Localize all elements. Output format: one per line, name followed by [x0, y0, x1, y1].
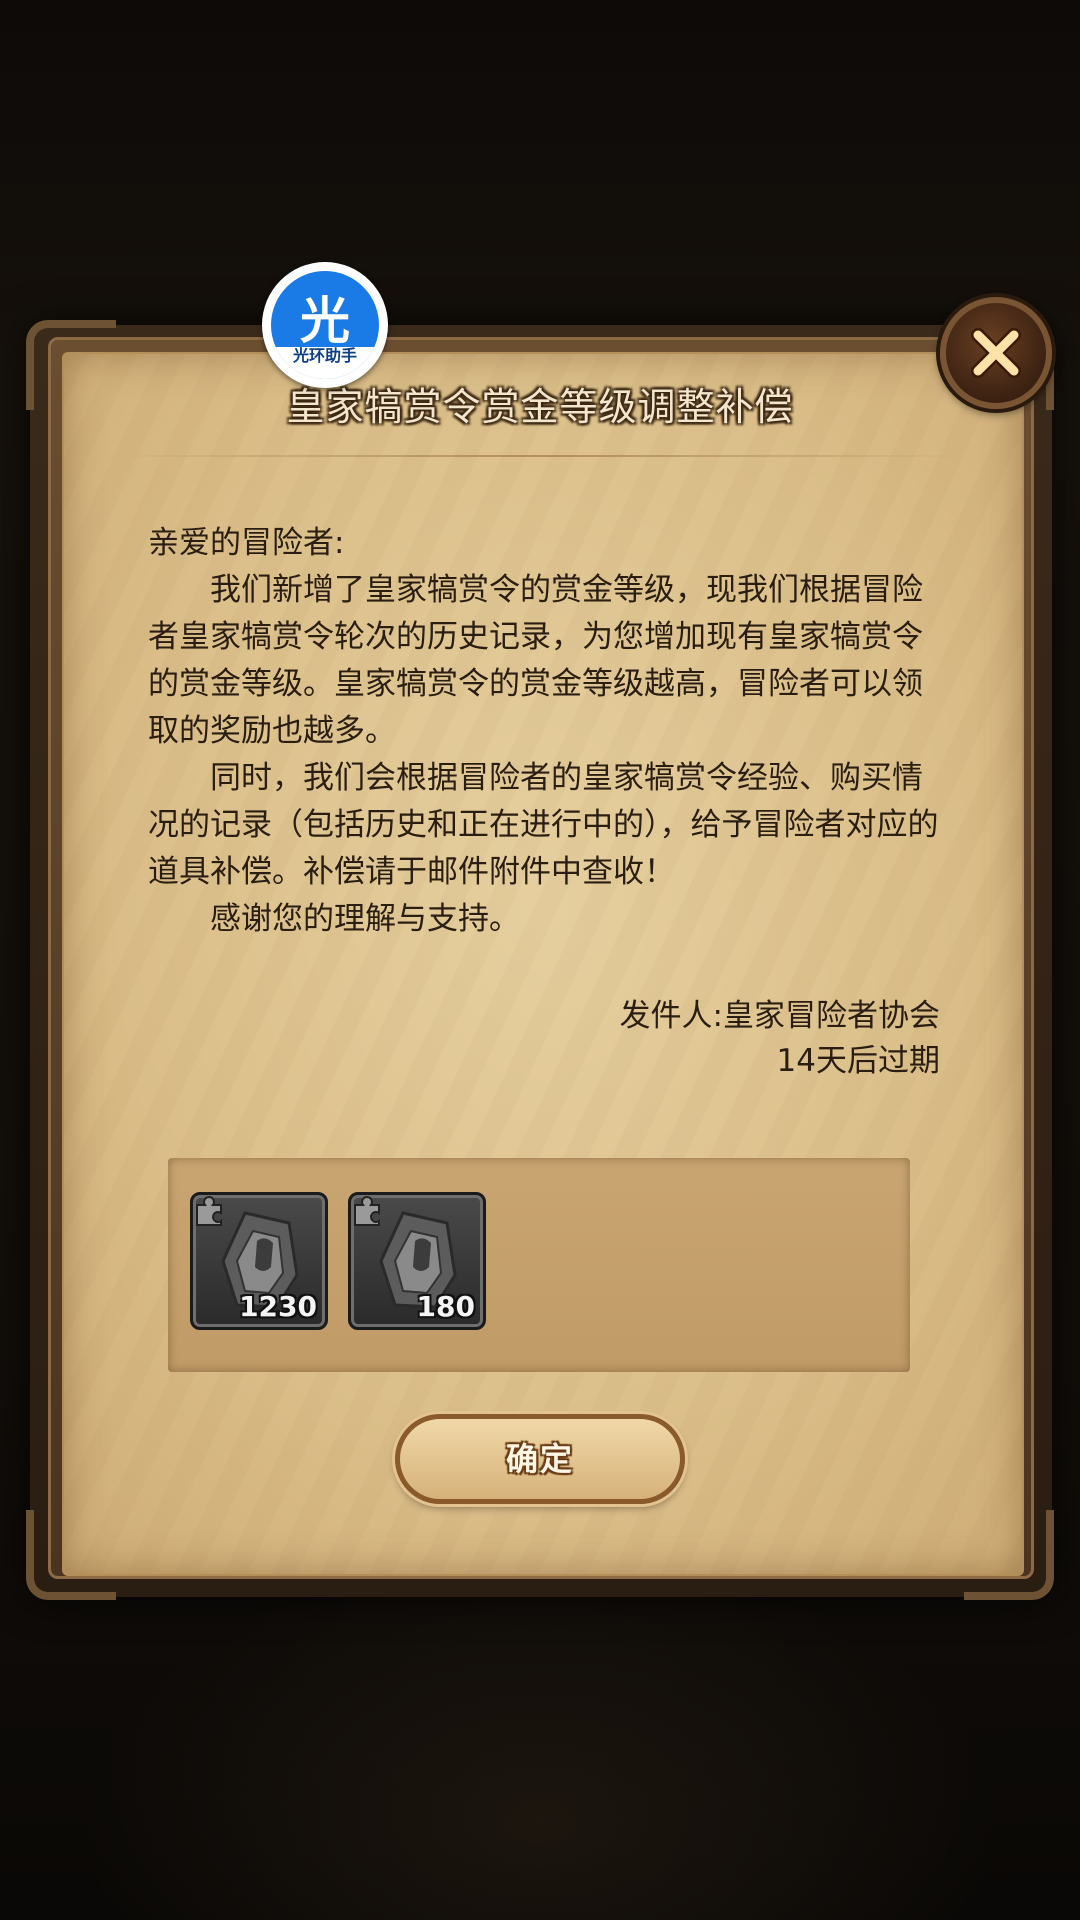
attachment-item[interactable]: 1230	[190, 1192, 328, 1330]
puzzle-piece-icon	[354, 1196, 380, 1226]
attachment-item[interactable]: 180	[348, 1192, 486, 1330]
close-button[interactable]	[940, 297, 1052, 409]
attachment-count: 1230	[239, 1290, 317, 1323]
mail-title: 皇家犒赏令赏金等级调整补偿	[286, 385, 794, 429]
close-x-icon	[971, 328, 1021, 378]
mail-paragraph: 同时，我们会根据冒险者的皇家犒赏令经验、购买情况的记录（包括历史和正在进行中的）…	[148, 760, 939, 890]
mail-paragraph: 感谢您的理解与支持。	[210, 901, 520, 937]
mail-greeting: 亲爱的冒险者:	[148, 525, 345, 561]
mail-body: 亲爱的冒险者: 我们新增了皇家犒赏令的赏金等级，现我们根据冒险者皇家犒赏令轮次的…	[148, 520, 948, 943]
confirm-button-label: 确定	[505, 1440, 574, 1478]
game-screen: 皇家犒赏令赏金等级调整补偿 光 光环助手 亲爱的冒险者: 我们新增了皇家犒赏令的…	[0, 0, 1080, 1920]
mail-sender: 发件人:皇家冒险者协会	[619, 998, 940, 1034]
puzzle-piece-icon	[196, 1196, 222, 1226]
app-watermark-logo: 光 光环助手	[262, 262, 388, 388]
frame-corner-ornament	[26, 1510, 116, 1600]
title-divider	[110, 455, 970, 457]
attachment-count: 180	[416, 1290, 475, 1323]
mail-expiry: 14天后过期	[776, 1043, 940, 1079]
frame-corner-ornament	[964, 1510, 1054, 1600]
mail-paragraph: 我们新增了皇家犒赏令的赏金等级，现我们根据冒险者皇家犒赏令轮次的历史记录，为您增…	[148, 572, 923, 749]
watermark-label: 光环助手	[292, 346, 357, 365]
confirm-button[interactable]: 确定	[395, 1414, 685, 1504]
